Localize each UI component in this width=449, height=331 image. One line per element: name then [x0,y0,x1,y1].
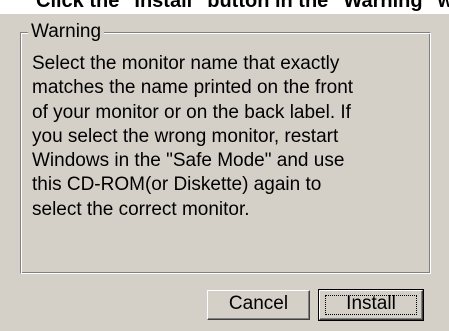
warning-message: Select the monitor name that exactly mat… [32,52,422,222]
warning-message-line: this CD-ROM(or Diskette) again to [32,174,322,196]
warning-message-line: matches the name printed on the front [32,77,354,99]
warning-message-line: Windows in the "Safe Mode" and use [32,150,345,172]
instruction-text: Click the "Install" button in the "Warni… [36,0,449,12]
install-button[interactable]: Install [318,289,424,321]
instruction-strip: Click the "Install" button in the "Warni… [0,0,449,14]
warning-dialog: Warning Select the monitor name that exa… [0,14,449,331]
warning-message-line: Select the monitor name that exactly [32,53,340,74]
warning-message-line: you select the wrong monitor, restart [32,125,339,147]
cancel-button[interactable]: Cancel [207,290,310,320]
warning-message-line: of your monitor or on the back label. If [32,101,351,123]
warning-groupbox-title: Warning [28,22,105,42]
cancel-button-label: Cancel [228,293,289,314]
warning-message-line: select the correct monitor. [32,198,250,220]
install-button-label: Install [346,293,396,314]
